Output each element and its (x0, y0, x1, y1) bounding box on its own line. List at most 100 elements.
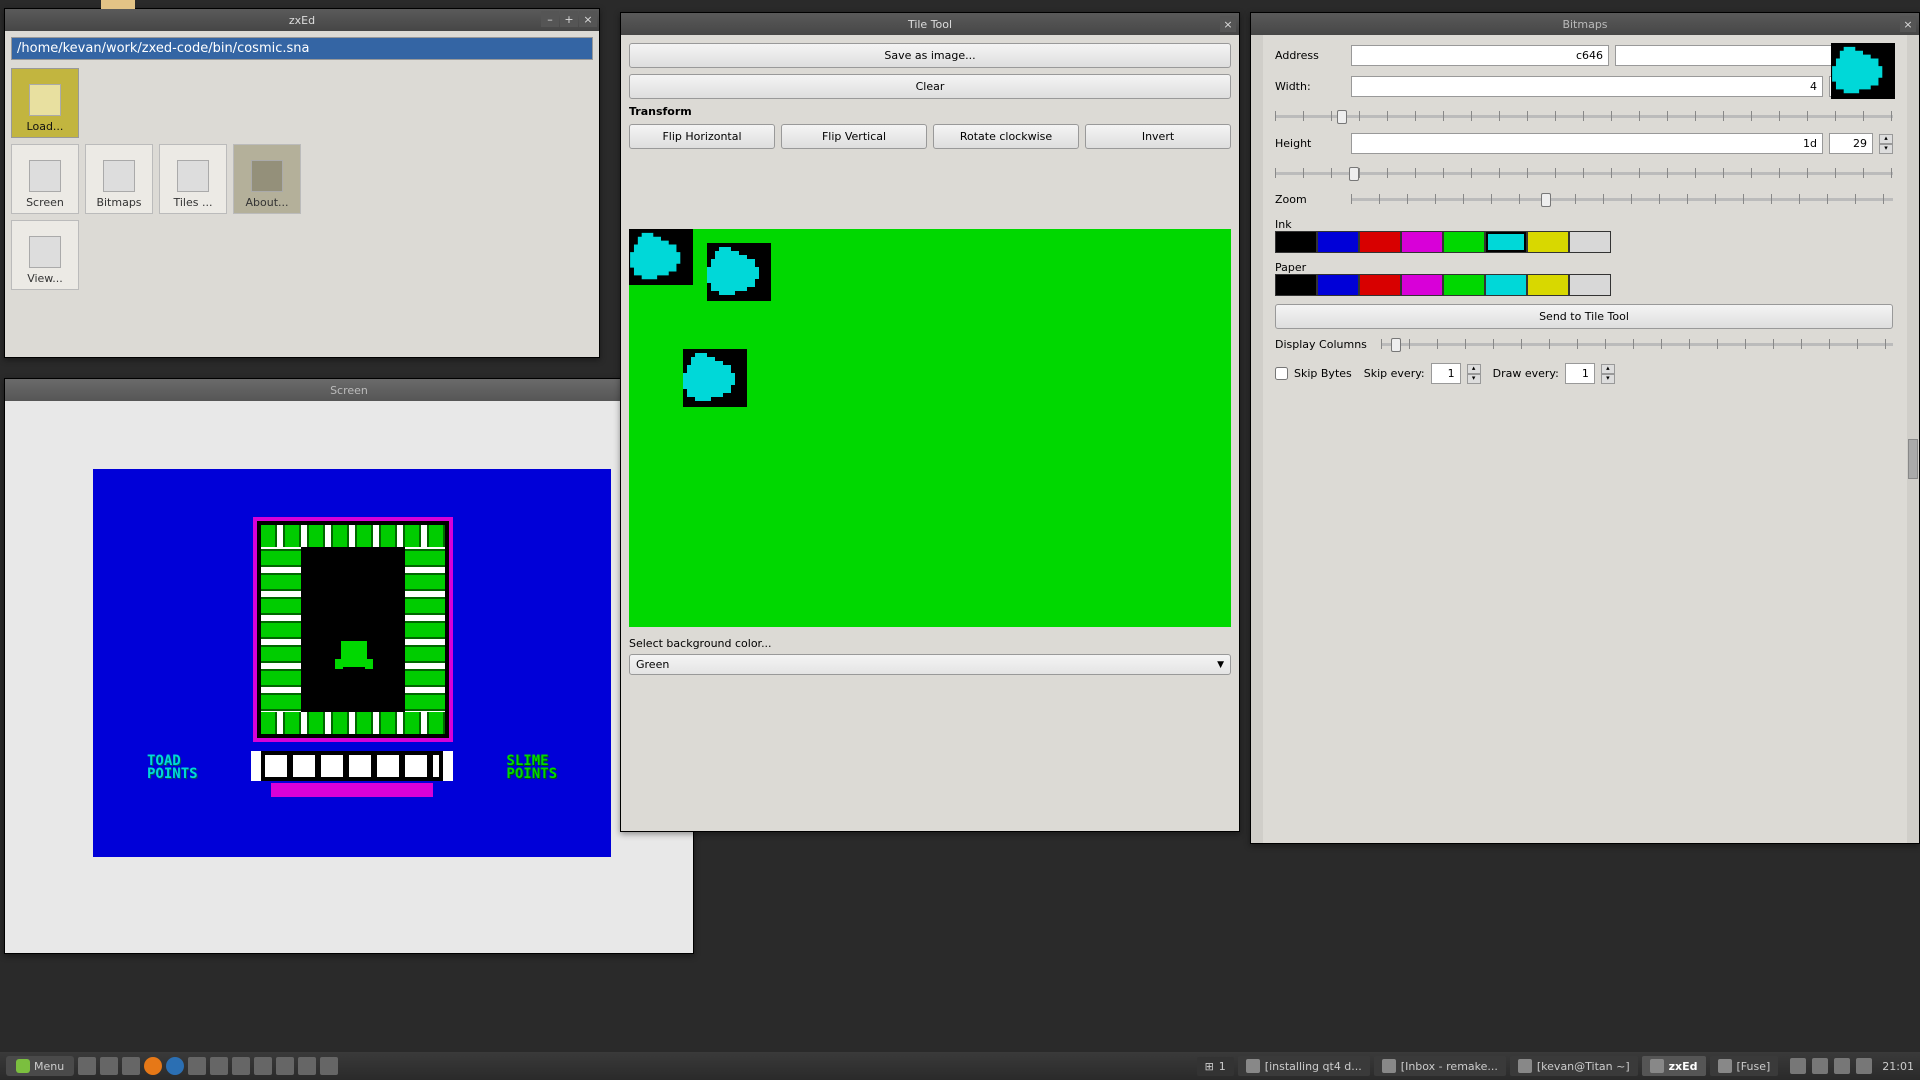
zxed-titlebar[interactable]: zxEd – + × (5, 9, 599, 31)
taskbar-task-1[interactable]: [Inbox - remake... (1374, 1056, 1506, 1076)
app-icon-5[interactable] (276, 1057, 294, 1075)
screen-button[interactable]: Screen (11, 144, 79, 214)
height-slider[interactable] (1275, 164, 1893, 182)
paper-pal-swatch-5[interactable] (1485, 274, 1527, 296)
ink-pal-swatch-2[interactable] (1359, 231, 1401, 253)
height-label: Height (1275, 137, 1345, 150)
skip-bytes-label: Skip Bytes (1294, 367, 1352, 380)
show-desktop-icon[interactable] (78, 1057, 96, 1075)
draw-every-down[interactable]: ▾ (1601, 374, 1615, 384)
zoom-slider[interactable] (1351, 190, 1893, 208)
ink-pal-swatch-6[interactable] (1527, 231, 1569, 253)
draw-every-input[interactable] (1565, 363, 1595, 384)
rotate-clockwise-button[interactable]: Rotate clockwise (933, 124, 1079, 149)
tray-icon-1[interactable] (1790, 1058, 1806, 1074)
paper-pal-swatch-3[interactable] (1401, 274, 1443, 296)
maximize-button[interactable]: + (560, 11, 578, 27)
sprite-3[interactable] (683, 349, 747, 407)
tiles-button[interactable]: Tiles ... (159, 144, 227, 214)
taskbar-task-4[interactable]: [Fuse] (1710, 1056, 1779, 1076)
task-app-icon (1246, 1059, 1260, 1073)
screen-titlebar[interactable]: Screen (5, 379, 693, 401)
bg-color-combo[interactable]: Green ▼ (629, 654, 1231, 675)
taskbar: Menu ⊞ 1 [installing qt4 d...[Inbox - re… (0, 1052, 1920, 1080)
app-icon-6[interactable] (298, 1057, 316, 1075)
lilypad-border-right (405, 527, 445, 732)
minimize-button[interactable]: – (541, 11, 559, 27)
bitmaps-icon (103, 160, 135, 192)
paper-pal-swatch-7[interactable] (1569, 274, 1611, 296)
taskbar-task-0[interactable]: [installing qt4 d... (1238, 1056, 1370, 1076)
send-to-tile-tool-button[interactable]: Send to Tile Tool (1275, 304, 1893, 329)
ink-pal-swatch-1[interactable] (1317, 231, 1359, 253)
tray-volume-icon[interactable] (1834, 1058, 1850, 1074)
width-hex-input[interactable] (1351, 76, 1823, 97)
skip-every-up[interactable]: ▴ (1467, 364, 1481, 374)
file-path-input[interactable] (11, 37, 593, 60)
address-hex-input[interactable] (1351, 45, 1609, 66)
paper-pal-swatch-2[interactable] (1359, 274, 1401, 296)
bitmaps-titlebar[interactable]: Bitmaps × (1251, 13, 1919, 35)
tray-battery-icon[interactable] (1856, 1058, 1872, 1074)
height-hex-input[interactable] (1351, 133, 1823, 154)
view-button[interactable]: View... (11, 220, 79, 290)
tile-canvas[interactable] (629, 229, 1231, 627)
app-icon-4[interactable] (254, 1057, 272, 1075)
flip-horizontal-button[interactable]: Flip Horizontal (629, 124, 775, 149)
ink-pal-swatch-0[interactable] (1275, 231, 1317, 253)
width-slider[interactable] (1275, 107, 1893, 125)
load-button[interactable]: Load... (11, 68, 79, 138)
ink-palette (1275, 231, 1893, 253)
terminal-icon[interactable] (122, 1057, 140, 1075)
bitmaps-button[interactable]: Bitmaps (85, 144, 153, 214)
display-columns-slider[interactable] (1381, 335, 1893, 353)
thunderbird-icon[interactable] (166, 1057, 184, 1075)
about-button[interactable]: About... (233, 144, 301, 214)
close-button[interactable]: × (579, 11, 597, 27)
app-icon-3[interactable] (232, 1057, 250, 1075)
app-icon-1[interactable] (188, 1057, 206, 1075)
flip-vertical-button[interactable]: Flip Vertical (781, 124, 927, 149)
slime-points-label: SLIME POINTS (506, 755, 557, 781)
height-dec-input[interactable] (1829, 133, 1873, 154)
bitmaps-window: Bitmaps × Address ▴▾ Width: ▴▾ Height (1250, 12, 1920, 844)
ink-pal-swatch-3[interactable] (1401, 231, 1443, 253)
paper-pal-swatch-4[interactable] (1443, 274, 1485, 296)
taskbar-task-3[interactable]: zxEd (1642, 1056, 1706, 1076)
ink-pal-swatch-7[interactable] (1569, 231, 1611, 253)
scrollbar-right[interactable] (1907, 35, 1919, 843)
save-as-image-button[interactable]: Save as image... (629, 43, 1231, 68)
paper-pal-swatch-6[interactable] (1527, 274, 1569, 296)
skip-bytes-checkbox[interactable] (1275, 367, 1288, 380)
skip-every-down[interactable]: ▾ (1467, 374, 1481, 384)
app-icon-7[interactable] (320, 1057, 338, 1075)
skip-every-input[interactable] (1431, 363, 1461, 384)
ink-pal-swatch-4[interactable] (1443, 231, 1485, 253)
firefox-icon[interactable] (144, 1057, 162, 1075)
invert-button[interactable]: Invert (1085, 124, 1231, 149)
draw-every-up[interactable]: ▴ (1601, 364, 1615, 374)
taskbar-task-2[interactable]: [kevan@Titan ~] (1510, 1056, 1638, 1076)
scrollbar-left[interactable] (1251, 35, 1263, 843)
task-app-icon (1650, 1059, 1664, 1073)
close-button[interactable]: × (1900, 16, 1916, 32)
close-button[interactable]: × (1220, 16, 1236, 32)
app-icon-2[interactable] (210, 1057, 228, 1075)
height-down[interactable]: ▾ (1879, 144, 1893, 154)
ink-pal-swatch-5[interactable] (1485, 231, 1527, 253)
scrollbar-thumb[interactable] (1908, 439, 1918, 479)
files-icon[interactable] (100, 1057, 118, 1075)
paper-pal-swatch-0[interactable] (1275, 274, 1317, 296)
transform-label: Transform (629, 105, 1231, 118)
lilypad-border-bottom (261, 712, 445, 734)
height-up[interactable]: ▴ (1879, 134, 1893, 144)
clear-button[interactable]: Clear (629, 74, 1231, 99)
start-menu-button[interactable]: Menu (6, 1056, 74, 1076)
sprite-1[interactable] (629, 229, 693, 285)
paper-pal-swatch-1[interactable] (1317, 274, 1359, 296)
tray-network-icon[interactable] (1812, 1058, 1828, 1074)
workspace-indicator[interactable]: ⊞ 1 (1197, 1057, 1234, 1076)
sprite-2[interactable] (707, 243, 771, 301)
tile-titlebar[interactable]: Tile Tool × (621, 13, 1239, 35)
clock[interactable]: 21:01 (1882, 1060, 1914, 1073)
